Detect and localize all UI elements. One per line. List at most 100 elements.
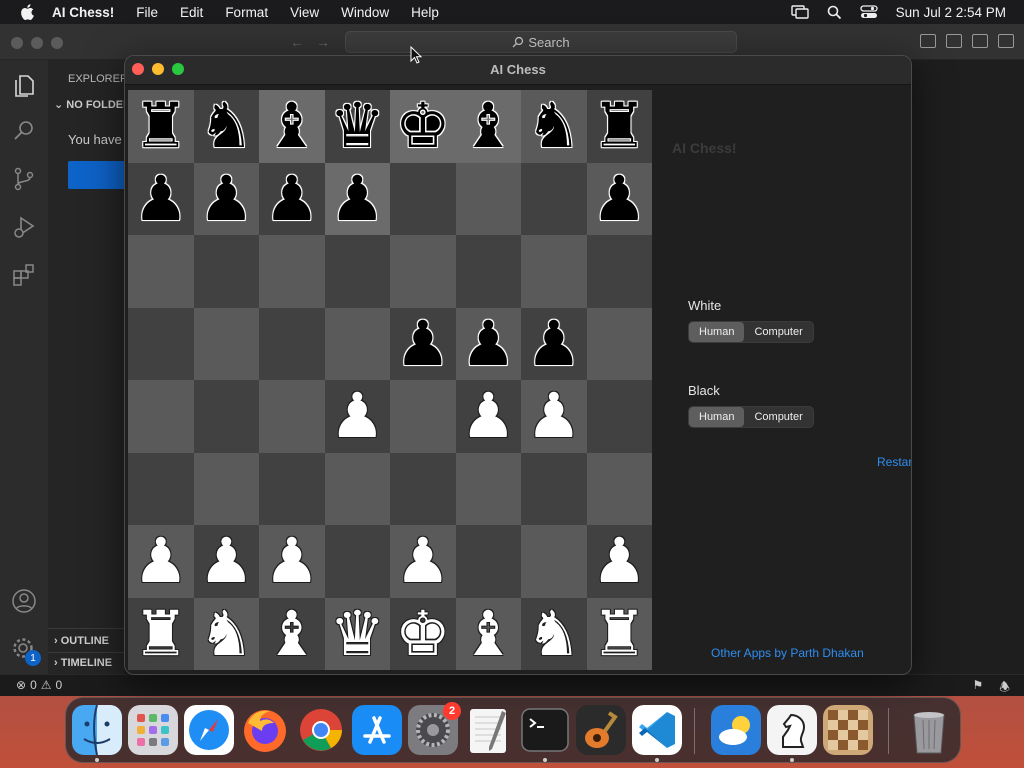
board-square-c2[interactable]: ♟	[259, 525, 325, 598]
black-bishop-icon[interactable]: ♝	[264, 95, 320, 157]
screen-mirroring-icon[interactable]	[790, 5, 809, 19]
board-square-h3[interactable]	[586, 452, 652, 525]
board-square-f8[interactable]: ♝	[455, 90, 521, 163]
toggle-secondary-sidebar-icon[interactable]	[972, 34, 988, 48]
manage-gear-icon[interactable]: 1	[11, 636, 41, 666]
white-pawn-icon[interactable]: ♟	[133, 530, 189, 592]
menu-view[interactable]: View	[290, 5, 319, 20]
black-pawn-icon[interactable]: ♟	[395, 312, 451, 375]
board-square-c5[interactable]	[259, 307, 325, 380]
white-knight-icon[interactable]: ♞	[198, 602, 254, 665]
black-rook-icon[interactable]: ♜	[133, 95, 189, 157]
board-square-h2[interactable]: ♟	[586, 525, 652, 598]
board-square-b6[interactable]	[193, 235, 259, 308]
control-center-icon[interactable]	[860, 5, 878, 19]
board-square-g6[interactable]	[521, 235, 587, 308]
board-square-c4[interactable]	[259, 380, 325, 453]
weather-icon[interactable]	[711, 705, 761, 755]
white-pawn-icon[interactable]: ♟	[526, 385, 582, 447]
board-square-d3[interactable]	[324, 452, 390, 525]
extensions-icon[interactable]	[11, 262, 37, 288]
board-square-c1[interactable]: ♝	[259, 597, 325, 670]
black-pawn-icon[interactable]: ♟	[264, 167, 320, 230]
white-rook-icon[interactable]: ♜	[591, 602, 647, 665]
board-square-f4[interactable]: ♟	[455, 380, 521, 453]
black-pawn-icon[interactable]: ♟	[591, 167, 647, 230]
board-square-d2[interactable]	[324, 525, 390, 598]
board-square-b3[interactable]	[193, 452, 259, 525]
board-square-d6[interactable]	[324, 235, 390, 308]
black-human-option[interactable]: Human	[689, 407, 745, 427]
white-human-option[interactable]: Human	[689, 322, 745, 342]
white-king-icon[interactable]: ♚	[395, 602, 451, 665]
board-square-f7[interactable]	[455, 162, 521, 235]
board-square-h5[interactable]	[586, 307, 652, 380]
board-square-e4[interactable]	[390, 380, 456, 453]
restart-game-link[interactable]: Restart game	[877, 455, 911, 469]
board-square-e1[interactable]: ♚	[390, 597, 456, 670]
white-bishop-icon[interactable]: ♝	[264, 602, 320, 665]
explorer-files-icon[interactable]	[11, 72, 37, 98]
white-bishop-icon[interactable]: ♝	[460, 602, 516, 665]
board-square-c7[interactable]: ♟	[259, 162, 325, 235]
white-computer-option[interactable]: Computer	[744, 322, 812, 342]
black-rook-icon[interactable]: ♜	[591, 95, 647, 157]
white-pawn-icon[interactable]: ♟	[329, 385, 385, 447]
board-square-f1[interactable]: ♝	[455, 597, 521, 670]
menu-window[interactable]: Window	[341, 5, 389, 20]
menu-edit[interactable]: Edit	[180, 5, 203, 20]
open-folder-button[interactable]	[68, 161, 124, 189]
board-square-b8[interactable]: ♞	[193, 90, 259, 163]
vscode-minimize-button[interactable]	[31, 37, 43, 49]
outline-section[interactable]: › OUTLINE	[54, 635, 109, 647]
board-square-h6[interactable]	[586, 235, 652, 308]
textedit-icon[interactable]	[464, 705, 514, 755]
chess-knight-icon[interactable]	[767, 705, 817, 755]
board-square-a1[interactable]: ♜	[128, 597, 194, 670]
board-square-d8[interactable]: ♛	[324, 90, 390, 163]
notifications-bell-icon[interactable]: 🕭	[999, 678, 1010, 699]
board-square-h4[interactable]	[586, 380, 652, 453]
black-queen-icon[interactable]: ♛	[329, 95, 385, 157]
board-square-f6[interactable]	[455, 235, 521, 308]
board-square-f2[interactable]	[455, 525, 521, 598]
board-square-d7[interactable]: ♟	[324, 162, 390, 235]
run-debug-icon[interactable]	[11, 214, 37, 240]
vscode-zoom-button[interactable]	[51, 37, 63, 49]
firefox-icon[interactable]	[240, 705, 290, 755]
board-square-e8[interactable]: ♚	[390, 90, 456, 163]
board-square-g2[interactable]	[521, 525, 587, 598]
menu-format[interactable]: Format	[225, 5, 268, 20]
board-square-c6[interactable]	[259, 235, 325, 308]
board-square-a4[interactable]	[128, 380, 194, 453]
board-square-b5[interactable]	[193, 307, 259, 380]
board-square-h8[interactable]: ♜	[586, 90, 652, 163]
vscode-icon[interactable]	[632, 705, 682, 755]
board-square-f3[interactable]	[455, 452, 521, 525]
board-square-a2[interactable]: ♟	[128, 525, 194, 598]
apple-menu-icon[interactable]	[16, 0, 38, 24]
black-bishop-icon[interactable]: ♝	[460, 95, 516, 157]
white-rook-icon[interactable]: ♜	[133, 602, 189, 665]
board-square-e7[interactable]	[390, 162, 456, 235]
white-pawn-icon[interactable]: ♟	[395, 530, 451, 592]
board-square-d4[interactable]: ♟	[324, 380, 390, 453]
black-knight-icon[interactable]: ♞	[198, 95, 254, 157]
black-pawn-icon[interactable]: ♟	[133, 167, 189, 230]
spotlight-icon[interactable]	[827, 5, 842, 20]
vscode-close-button[interactable]	[11, 37, 23, 49]
no-folder-section[interactable]: ⌄ NO FOLDER	[54, 98, 124, 111]
white-pawn-icon[interactable]: ♟	[591, 530, 647, 592]
board-square-g3[interactable]	[521, 452, 587, 525]
black-pawn-icon[interactable]: ♟	[198, 167, 254, 230]
black-pawn-icon[interactable]: ♟	[329, 167, 385, 230]
forward-arrow-icon[interactable]: →	[316, 34, 330, 50]
board-square-e3[interactable]	[390, 452, 456, 525]
white-pawn-icon[interactable]: ♟	[264, 530, 320, 592]
board-square-h1[interactable]: ♜	[586, 597, 652, 670]
accounts-icon[interactable]	[11, 588, 37, 614]
trash-icon[interactable]	[904, 705, 954, 755]
board-square-b4[interactable]	[193, 380, 259, 453]
menu-file[interactable]: File	[136, 5, 158, 20]
menu-clock[interactable]: Sun Jul 2 2:54 PM	[896, 5, 1006, 20]
